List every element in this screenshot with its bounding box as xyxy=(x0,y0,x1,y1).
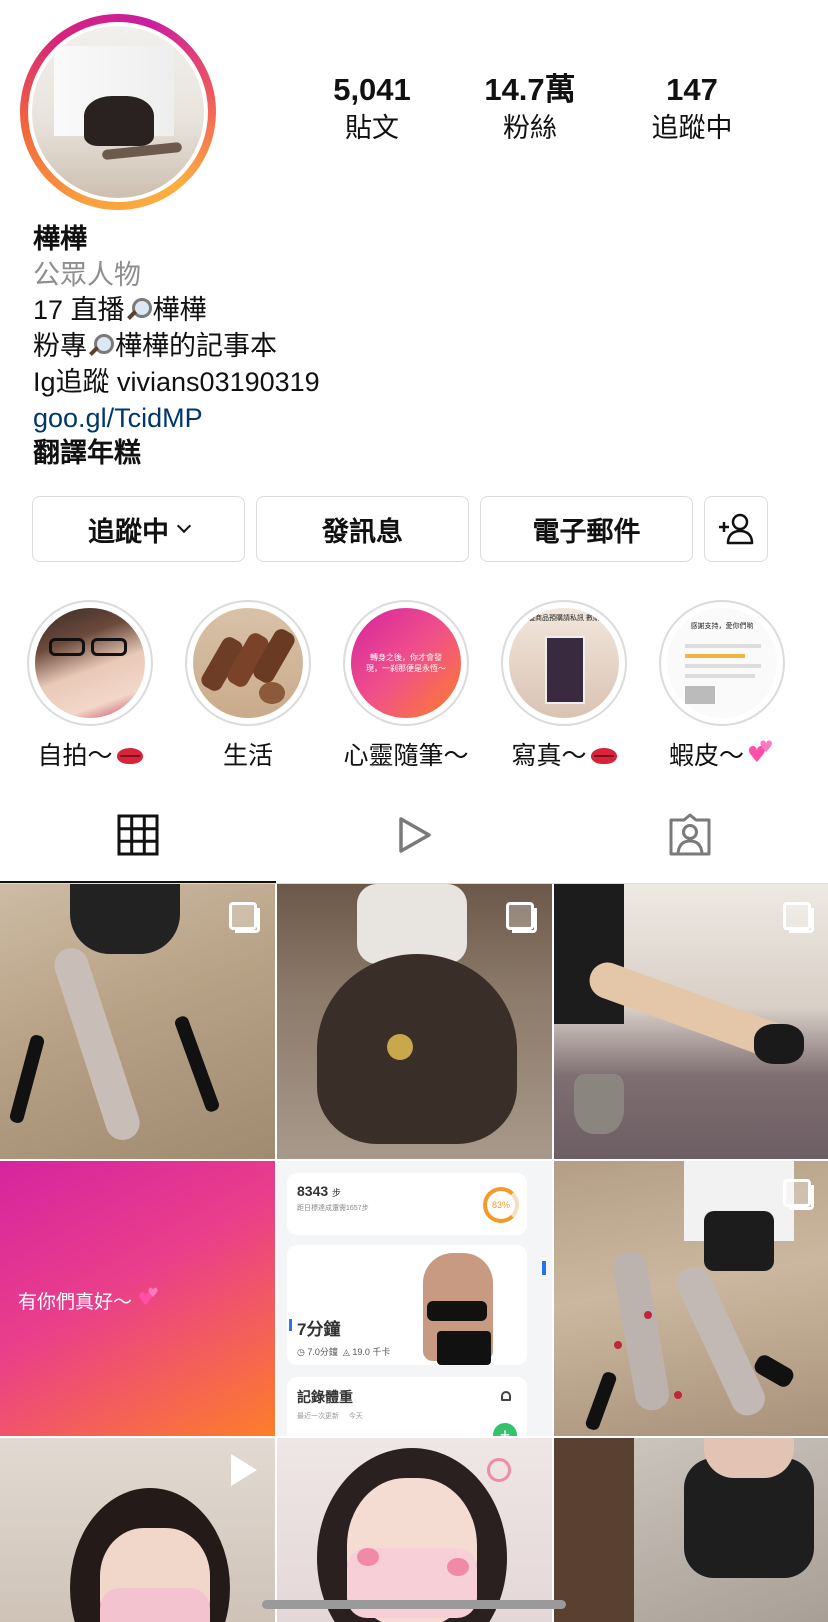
highlight-selfie-label: 自拍～ xyxy=(27,736,153,772)
grid-post[interactable] xyxy=(554,1438,828,1622)
posts-count-value: 5,041 xyxy=(333,72,411,107)
tagged-person-icon xyxy=(669,813,711,856)
magnifier-icon xyxy=(127,298,152,322)
posts-count-label: 貼文 xyxy=(345,113,399,143)
highlight-photoshoot-label-text: 寫真～ xyxy=(511,742,587,770)
bio-line-fanpage: 粉專 樺樺的記事本 xyxy=(33,329,320,365)
highlight-shopee[interactable]: 感謝支持，愛你們喲 蝦皮～ xyxy=(659,600,785,772)
grid-post[interactable] xyxy=(277,884,552,1159)
carousel-icon xyxy=(506,902,537,933)
highlight-photoshoot[interactable]: 周邊商品預購請私訊 數購買 寫真～ xyxy=(501,600,627,772)
posts-count[interactable]: 5,041 貼文 xyxy=(302,72,442,146)
highlight-thoughts-cover-text: 轉身之後，你才會發現，一刹那便是永恆～ xyxy=(366,653,446,673)
highlight-thoughts-cover: 轉身之後，你才會發現，一刹那便是永恆～ xyxy=(351,608,461,718)
carousel-icon xyxy=(783,902,814,933)
profile-name: 樺樺 xyxy=(33,224,87,254)
followers-count-value: 14.7萬 xyxy=(484,72,576,107)
grid-post[interactable] xyxy=(0,884,275,1159)
bio-line-live-text: 17 直播 xyxy=(33,295,125,326)
grid-post[interactable] xyxy=(277,1438,552,1622)
fitness-percent: 83% xyxy=(491,1200,510,1210)
highlight-shopee-label: 蝦皮～ xyxy=(659,736,785,772)
grid-post[interactable] xyxy=(554,1161,828,1436)
highlight-thoughts[interactable]: 轉身之後，你才會發現，一刹那便是永恆～ 心靈隨筆～ xyxy=(343,600,469,772)
followers-count[interactable]: 14.7萬 粉絲 xyxy=(460,72,600,146)
two-hearts-icon xyxy=(138,1285,160,1310)
fitness-weight-title: 記錄體重 xyxy=(297,1389,353,1405)
email-button-label: 電子郵件 xyxy=(532,516,641,547)
magnifier-icon xyxy=(89,334,114,358)
add-person-icon xyxy=(719,513,754,545)
bio-line-live-name: 樺樺 xyxy=(152,295,207,326)
highlight-photoshoot-cover-text: 周邊商品預購請私訊 數購買 xyxy=(521,615,607,622)
reel-icon xyxy=(231,1454,257,1486)
bell-icon xyxy=(501,1391,511,1401)
kiss-icon xyxy=(590,748,617,764)
fitness-duration: 7.0分鐘 xyxy=(307,1347,338,1357)
bio-line-ig: Ig追蹤 vivians03190319 xyxy=(33,366,320,397)
bio-line-live: 17 直播 樺樺 xyxy=(33,293,320,329)
highlight-life-cover xyxy=(193,608,303,718)
two-hearts-icon xyxy=(747,737,775,768)
kiss-icon xyxy=(116,748,143,764)
highlight-selfie[interactable]: 自拍～ xyxy=(27,600,153,772)
highlight-photoshoot-cover: 周邊商品預購請私訊 數購買 xyxy=(509,608,619,718)
followers-count-label: 粉絲 xyxy=(503,113,557,143)
suggested-users-button[interactable] xyxy=(704,496,768,562)
highlight-life[interactable]: 生活 xyxy=(185,600,311,772)
quote-post-text: 有你們真好～ xyxy=(18,1292,133,1313)
highlight-selfie-cover xyxy=(35,608,145,718)
grid-post[interactable]: 8343 步 距日標達成還需1657步 83% 7分鐘 ◷ 7.0分鐘 ◬ 19… xyxy=(277,1161,552,1436)
grid-post[interactable] xyxy=(0,1438,275,1622)
carousel-icon xyxy=(783,1179,814,1210)
home-indicator[interactable] xyxy=(262,1600,566,1609)
translate-link[interactable]: 翻譯年糕 xyxy=(33,436,320,472)
highlight-life-label: 生活 xyxy=(222,742,273,770)
bio-line-fanpage-text: 粉專 xyxy=(33,331,87,362)
profile-link[interactable]: goo.gl/TcidMP xyxy=(33,401,320,437)
following-button-label: 追蹤中 xyxy=(88,516,169,547)
message-button[interactable]: 發訊息 xyxy=(256,496,469,562)
bio-line-fanpage-name: 樺樺的記事本 xyxy=(115,331,277,362)
fitness-calories: 19.0 千卡 xyxy=(352,1347,391,1357)
highlight-photoshoot-label: 寫真～ xyxy=(501,736,627,772)
tab-tagged[interactable] xyxy=(552,790,828,880)
fitness-workout: 7分鐘 xyxy=(297,1320,341,1339)
chevron-down-icon xyxy=(176,518,192,534)
email-button[interactable]: 電子郵件 xyxy=(480,496,693,562)
grid-post[interactable]: 有你們真好～ xyxy=(0,1161,275,1436)
highlight-thoughts-label: 心靈隨筆～ xyxy=(343,742,469,770)
following-button[interactable]: 追蹤中 xyxy=(32,496,245,562)
following-count[interactable]: 147 追蹤中 xyxy=(622,72,762,146)
message-button-label: 發訊息 xyxy=(322,516,403,547)
profile-category: 公眾人物 xyxy=(33,259,141,290)
tab-posts-grid[interactable] xyxy=(0,790,276,880)
highlight-shopee-cover-text: 感謝支持，愛你們喲 xyxy=(690,623,754,630)
highlight-shopee-label-text: 蝦皮～ xyxy=(668,742,744,770)
grid-post[interactable] xyxy=(554,884,828,1159)
fitness-steps: 8343 xyxy=(297,1183,329,1199)
play-icon xyxy=(399,817,431,853)
tab-reels[interactable] xyxy=(276,790,552,880)
carousel-icon xyxy=(229,902,260,933)
grid-icon xyxy=(117,814,159,856)
avatar-photo xyxy=(32,26,204,198)
fitness-steps-unit: 步 xyxy=(332,1188,342,1198)
following-count-label: 追蹤中 xyxy=(651,113,733,143)
highlight-shopee-cover: 感謝支持，愛你們喲 xyxy=(667,608,777,718)
following-count-value: 147 xyxy=(666,72,718,107)
fitness-steps-sub: 距日標達成還需1657步 xyxy=(297,1205,369,1212)
profile-bio: 樺樺 公眾人物 17 直播 樺樺 粉專 樺樺的記事本 Ig追蹤 vivians031… xyxy=(33,222,320,472)
fitness-weight-sub-right: 今天 xyxy=(348,1413,363,1420)
fitness-weight-sub-left: 最近一次更新 xyxy=(297,1413,339,1420)
highlight-selfie-label-text: 自拍～ xyxy=(37,742,113,770)
profile-avatar[interactable] xyxy=(20,14,216,210)
